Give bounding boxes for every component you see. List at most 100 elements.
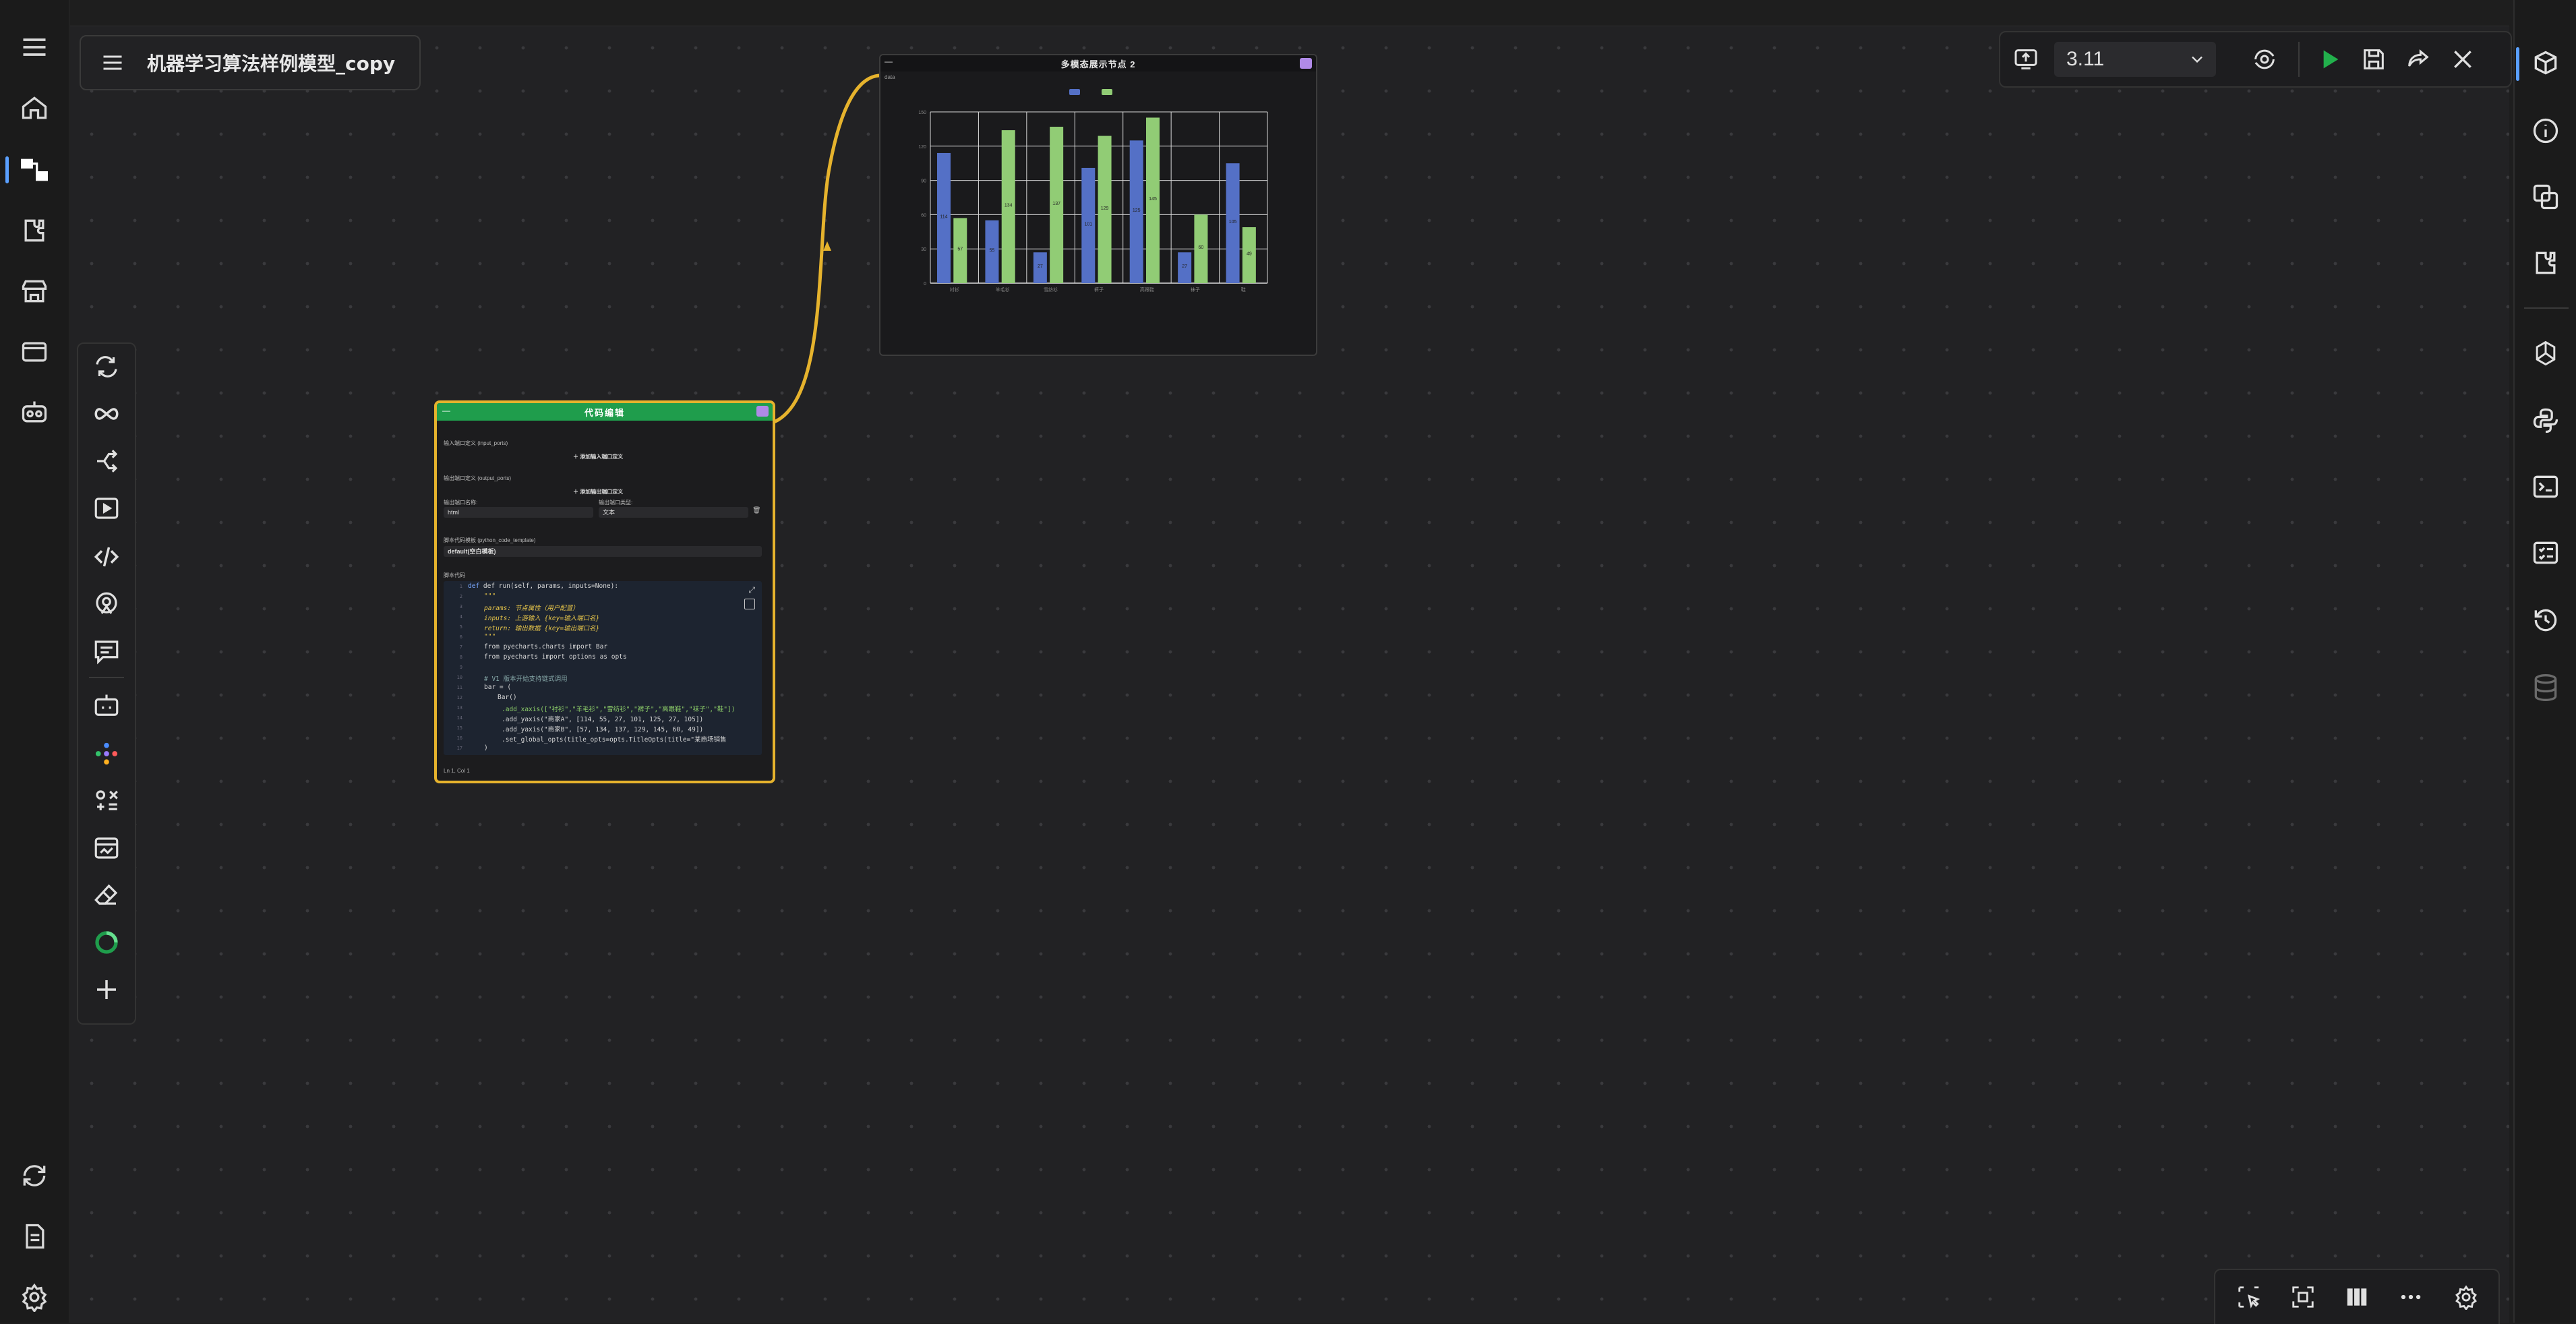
close-icon[interactable] [2444,40,2482,78]
data-label: 60 [1199,245,1204,250]
version-value: 3.11 [2066,48,2105,70]
run-icon[interactable] [2310,40,2348,78]
loop-icon[interactable] [86,348,127,386]
code-line: inputs: 上游输入 {key=输入端口名} [484,615,600,622]
code-line: .add_yaxis("商家B", [57, 134, 137, 129, 14… [502,726,704,733]
bot-icon[interactable] [86,688,127,725]
chevron-down-icon [2188,50,2207,72]
data-label: 145 [1149,197,1157,202]
code-icon[interactable] [86,538,127,576]
add-input-port-button[interactable]: ＋ 添加输入端口定义 [573,453,623,460]
columns-icon[interactable] [2338,1280,2376,1315]
output-type-select[interactable]: 文本 [599,507,748,518]
history-icon[interactable] [2525,600,2566,640]
screen-share-icon[interactable] [2007,40,2045,78]
output-name-input[interactable]: html [444,507,593,518]
database-icon[interactable] [2525,667,2566,708]
data-label: 125 [1133,208,1141,213]
data-label: 57 [957,247,963,252]
menu-icon[interactable] [96,46,129,80]
code-line: ) [484,744,488,752]
node-type-badge-icon[interactable] [756,406,769,417]
code-line: """ [484,593,496,600]
data-label: 27 [1182,264,1187,269]
save-icon[interactable] [2355,40,2393,78]
python-icon[interactable] [2525,400,2566,441]
branch-icon[interactable] [86,442,127,480]
bar-chart: 0 30 60 90 120 150 114 57 衬衫 55 134 羊毛衫 27 137 雪纺衫 101 1… [918,89,1268,293]
data-label: 114 [940,214,947,219]
fit-view-icon[interactable] [2284,1280,2322,1315]
loading-ring-icon[interactable] [86,924,127,961]
format-icon[interactable] [744,599,755,609]
code-line: from pyecharts import options as opts [484,653,627,661]
expand-icon[interactable]: ⤢ [748,585,755,595]
y-tick-label: 0 [924,282,926,287]
eraser-icon[interactable] [86,876,127,914]
dots-app-icon[interactable] [86,735,127,773]
x-tick-label: 雪纺衫 [1044,287,1058,293]
x-tick-label: 高跟鞋 [1140,287,1154,293]
y-tick-label: 90 [921,179,926,184]
refresh-env-icon[interactable] [2246,40,2283,78]
terminal-icon[interactable] [2525,467,2566,507]
data-label: 101 [1084,222,1092,227]
node-title: 多模态展示节点 2 [1060,59,1136,69]
operators-icon[interactable] [86,782,127,820]
data-label: 105 [1229,220,1237,224]
add-output-port-button[interactable]: ＋ 添加输出端口定义 [573,488,623,495]
right-rail [2513,0,2576,1323]
play-box-icon[interactable] [86,489,127,527]
plugin-icon[interactable] [2525,243,2566,283]
broadcast-icon[interactable] [86,585,127,623]
output-ports-label: 输出端口定义 (output_ports) [444,475,512,481]
copy-nodes-icon[interactable] [2525,177,2566,217]
more-icon[interactable] [2392,1280,2430,1315]
code-editor-node[interactable]: — 代码编辑 输入端口定义 (input_ports) ＋ 添加输入端口定义 输… [434,400,775,783]
template-value: default(空白模板) [448,548,496,555]
chart-display-node[interactable]: — 多模态展示节点 2 data 0 30 60 90 120 150 114 57 衬衫 55 1… [879,54,1317,356]
delete-icon[interactable]: 🗑 [752,507,761,514]
legend-swatch [1069,89,1080,95]
code-line: Bar() [498,694,517,701]
data-label: 27 [1038,264,1043,269]
node-header[interactable]: — 代码编辑 [437,403,773,421]
node-title: 代码编辑 [584,407,625,418]
add-icon[interactable] [86,971,127,1009]
settings-icon[interactable] [2447,1280,2485,1315]
output-type-value: 文本 [603,509,616,516]
workflow-title-box: 机器学习算法样例模型_copy [80,35,421,90]
info-icon[interactable] [2525,111,2566,151]
infinity-icon[interactable] [86,395,127,433]
openai-icon[interactable] [2525,333,2566,373]
x-tick-label: 羊毛衫 [996,287,1010,293]
code-line: .add_yaxis("商家A", [114, 55, 27, 101, 125… [502,716,704,723]
template-select[interactable]: default(空白模板) [444,546,762,557]
y-tick-label: 120 [918,145,926,150]
code-line: # V1 版本开始支持链式调用 [484,675,568,683]
code-line: return: 输出数据 {key=输出端口名} [484,625,600,632]
share-icon[interactable] [2399,40,2437,78]
collapse-icon[interactable]: — [885,57,893,66]
x-tick-label: 裤子 [1094,287,1104,293]
python-version-select[interactable]: 3.11 [2054,42,2216,77]
input-port-label[interactable]: data [885,74,895,80]
image-table-icon[interactable] [86,829,127,867]
select-mode-icon[interactable] [2230,1280,2268,1315]
top-toolbar: 3.11 [1999,31,2512,88]
collapse-icon[interactable]: — [442,406,450,415]
code-line: """ [484,633,496,640]
comment-icon[interactable] [86,632,127,670]
code-label: 脚本代码 [444,572,465,578]
data-label: 129 [1101,206,1109,211]
node-header[interactable]: — 多模态展示节点 2 [880,55,1316,71]
node-type-badge-icon[interactable] [1300,58,1312,69]
node-toolbar [77,342,136,1025]
data-label: 134 [1005,204,1013,208]
x-tick-label: 鞋 [1241,287,1246,293]
code-line: .add_xaxis(["衬衫","羊毛衫","雪纺衫","裤子","高跟鞋",… [502,706,736,713]
code-line: params: 节点属性（用户配置） [484,605,579,612]
node-settings-icon[interactable] [2525,43,2566,84]
checklist-icon[interactable] [2525,533,2566,573]
code-editor[interactable]: 1 def def run(self, params, inputs=None):… [444,581,762,755]
